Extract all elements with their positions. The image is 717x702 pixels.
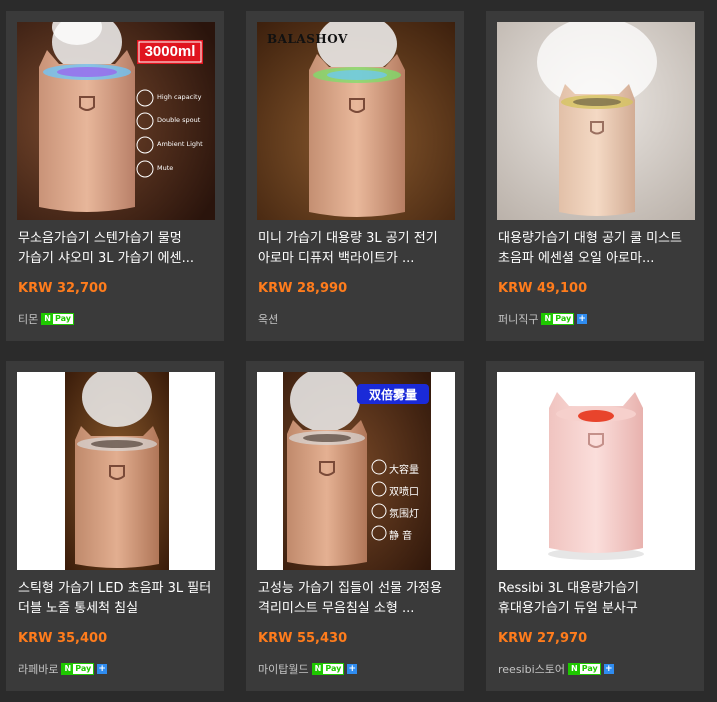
seller-name: reesibi스토어 <box>498 663 566 676</box>
npay-plus-icon: + <box>577 314 588 324</box>
product-title[interactable]: Ressibi 3L 대용량가습기 휴대용가습기 듀얼 분사구 <box>498 579 696 619</box>
product-card[interactable]: Ressibi 3L 대용량가습기 휴대용가습기 듀얼 분사구 KRW 27,9… <box>486 361 704 691</box>
npay-plus-icon: + <box>603 664 614 674</box>
feature-high-capacity: High capacity <box>157 93 202 101</box>
feature-double-spout: 双喷口 <box>389 487 419 498</box>
seller-info: reesibi스토어 N Pay + <box>498 661 614 677</box>
double-mist-badge: 双倍雾量 <box>368 388 417 402</box>
npay-badge: N Pay <box>61 663 95 675</box>
product-title[interactable]: 고성능 가습기 집들이 선물 가정용 격리미스트 무음침실 소형 ... <box>258 579 456 619</box>
product-price: KRW 35,400 <box>18 631 108 646</box>
seller-info: 퍼니직구 N Pay + <box>498 311 588 327</box>
product-image[interactable]: 双倍雾量 大容量 双喷口 氛围灯 静 音 <box>257 372 455 570</box>
feature-ambient-light: Ambient Light <box>157 140 203 148</box>
product-grid: 3000ml High capacity Double spout Ambien… <box>6 11 711 691</box>
seller-info: 라페바로 N Pay + <box>18 661 108 677</box>
seller-info: 옥션 <box>258 311 278 327</box>
seller-name: 옥션 <box>258 313 279 326</box>
product-card[interactable]: 대용량가습기 대형 공기 쿨 미스트 초음파 에센셜 오일 아로마... KRW… <box>486 11 704 341</box>
product-card[interactable]: 双倍雾量 大容量 双喷口 氛围灯 静 音 고성능 가습기 집들이 선물 가정용 … <box>246 361 464 691</box>
product-image[interactable] <box>497 372 695 570</box>
product-card[interactable]: 스틱형 가습기 LED 초음파 3L 필터 더블 노즐 통세척 침실 KRW 3… <box>6 361 224 691</box>
npay-badge: N Pay <box>568 663 601 675</box>
product-image[interactable] <box>497 22 695 220</box>
npay-plus-icon: + <box>347 664 358 674</box>
seller-name: 퍼니직구 <box>498 313 539 326</box>
npay-badge: N Pay <box>41 313 74 325</box>
feature-silent: 静 音 <box>389 531 413 542</box>
product-title[interactable]: 스틱형 가습기 LED 초음파 3L 필터 더블 노즐 통세척 침실 <box>18 579 216 619</box>
product-price: KRW 28,990 <box>258 281 348 296</box>
seller-info: 마이탑월드 N Pay + <box>258 661 358 677</box>
product-price: KRW 32,700 <box>18 281 108 296</box>
capacity-badge: 3000ml <box>144 43 196 60</box>
seller-name: 티몬 <box>18 313 39 326</box>
seller-info: 티몬 N Pay <box>18 311 74 327</box>
npay-badge: N Pay <box>541 313 575 325</box>
product-price: KRW 27,970 <box>498 631 588 646</box>
product-image[interactable]: 3000ml High capacity Double spout Ambien… <box>17 22 215 220</box>
product-image[interactable]: BALASHOV <box>257 22 455 220</box>
seller-name: 라페바로 <box>18 663 59 676</box>
feature-large-capacity: 大容量 <box>389 465 419 476</box>
product-card[interactable]: BALASHOV 미니 가습기 대용량 3L 공기 전기 아로마 디퓨저 백라이… <box>246 11 464 341</box>
product-title[interactable]: 대용량가습기 대형 공기 쿨 미스트 초음파 에센셜 오일 아로마... <box>498 229 696 269</box>
feature-ambient-light: 氛围灯 <box>389 509 419 520</box>
product-price: KRW 49,100 <box>498 281 588 296</box>
npay-plus-icon: + <box>97 664 108 674</box>
brand-logo: BALASHOV <box>267 32 348 46</box>
product-price: KRW 55,430 <box>258 631 348 646</box>
feature-mute: Mute <box>157 164 174 172</box>
feature-double-spout: Double spout <box>157 116 201 124</box>
npay-badge: N Pay <box>311 663 345 675</box>
seller-name: 마이탑월드 <box>258 663 309 676</box>
product-title[interactable]: 무소음가습기 스텐가습기 물멍 가습기 샤오미 3L 가습기 에센... <box>18 229 216 269</box>
product-card[interactable]: 3000ml High capacity Double spout Ambien… <box>6 11 224 341</box>
product-title[interactable]: 미니 가습기 대용량 3L 공기 전기 아로마 디퓨저 백라이트가 ... <box>258 229 456 269</box>
product-image[interactable] <box>17 372 215 570</box>
